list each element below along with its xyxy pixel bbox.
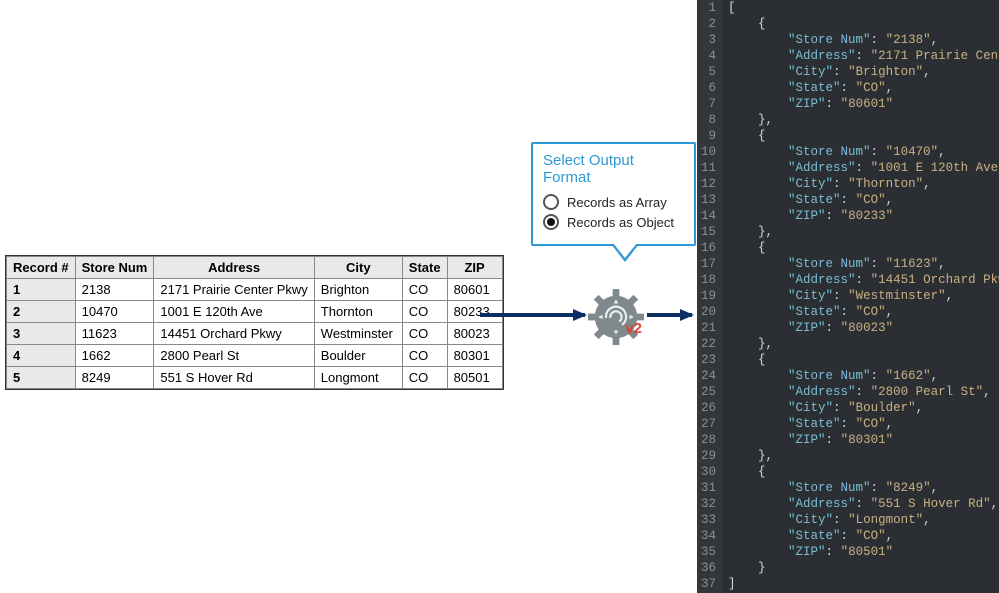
cell-store-num: 11623 — [75, 323, 154, 345]
cell-address: 1001 E 120th Ave — [154, 301, 314, 323]
editor-code[interactable]: [ { "Store Num": "2138", "Address": "217… — [722, 0, 999, 593]
cell-record-num: 3 — [7, 323, 76, 345]
cell-state: CO — [402, 323, 447, 345]
table-row[interactable]: 2104701001 E 120th AveThorntonCO80233 — [7, 301, 503, 323]
col-header-storenum: Store Num — [75, 257, 154, 279]
popup-title: Select Output Format — [543, 152, 684, 186]
cell-city: Brighton — [314, 279, 402, 301]
cell-state: CO — [402, 301, 447, 323]
col-header-city: City — [314, 257, 402, 279]
radio-icon — [543, 194, 559, 210]
cell-record-num: 4 — [7, 345, 76, 367]
cell-store-num: 10470 — [75, 301, 154, 323]
cell-state: CO — [402, 367, 447, 389]
col-header-state: State — [402, 257, 447, 279]
cell-address: 551 S Hover Rd — [154, 367, 314, 389]
cell-city: Westminster — [314, 323, 402, 345]
cell-city: Boulder — [314, 345, 402, 367]
cell-zip: 80301 — [447, 345, 502, 367]
cell-store-num: 2138 — [75, 279, 154, 301]
node-version-label: v2 — [625, 320, 642, 337]
cell-record-num: 1 — [7, 279, 76, 301]
json-output-editor: 1234567891011121314151617181920212223242… — [697, 0, 999, 593]
cell-store-num: 8249 — [75, 367, 154, 389]
radio-label: Records as Array — [567, 195, 667, 210]
output-format-popup: Select Output Format Records as Array Re… — [531, 142, 696, 246]
cell-store-num: 1662 — [75, 345, 154, 367]
cell-address: 14451 Orchard Pkwy — [154, 323, 314, 345]
table-header-row: Record # Store Num Address City State ZI… — [7, 257, 503, 279]
table-row[interactable]: 416622800 Pearl StBoulderCO80301 — [7, 345, 503, 367]
flow-arrow-icon — [647, 313, 692, 317]
cell-zip: 80501 — [447, 367, 502, 389]
cell-address: 2171 Prairie Center Pkwy — [154, 279, 314, 301]
col-header-zip: ZIP — [447, 257, 502, 279]
input-data-table: Record # Store Num Address City State ZI… — [5, 255, 504, 390]
col-header-address: Address — [154, 257, 314, 279]
table-row[interactable]: 58249551 S Hover RdLongmontCO80501 — [7, 367, 503, 389]
cell-zip: 80023 — [447, 323, 502, 345]
cell-record-num: 2 — [7, 301, 76, 323]
cell-zip: 80233 — [447, 301, 502, 323]
radio-records-as-object[interactable]: Records as Object — [543, 214, 684, 230]
cell-state: CO — [402, 345, 447, 367]
radio-label: Records as Object — [567, 215, 674, 230]
table-row[interactable]: 121382171 Prairie Center PkwyBrightonCO8… — [7, 279, 503, 301]
radio-records-as-array[interactable]: Records as Array — [543, 194, 684, 210]
cell-city: Thornton — [314, 301, 402, 323]
flow-arrow-icon — [480, 313, 585, 317]
cell-state: CO — [402, 279, 447, 301]
editor-gutter: 1234567891011121314151617181920212223242… — [697, 0, 722, 593]
table-row[interactable]: 31162314451 Orchard PkwyWestminsterCO800… — [7, 323, 503, 345]
cell-city: Longmont — [314, 367, 402, 389]
col-header-record: Record # — [7, 257, 76, 279]
radio-icon — [543, 214, 559, 230]
cell-address: 2800 Pearl St — [154, 345, 314, 367]
json-build-tool-node[interactable]: v2 — [588, 289, 644, 345]
cell-zip: 80601 — [447, 279, 502, 301]
cell-record-num: 5 — [7, 367, 76, 389]
